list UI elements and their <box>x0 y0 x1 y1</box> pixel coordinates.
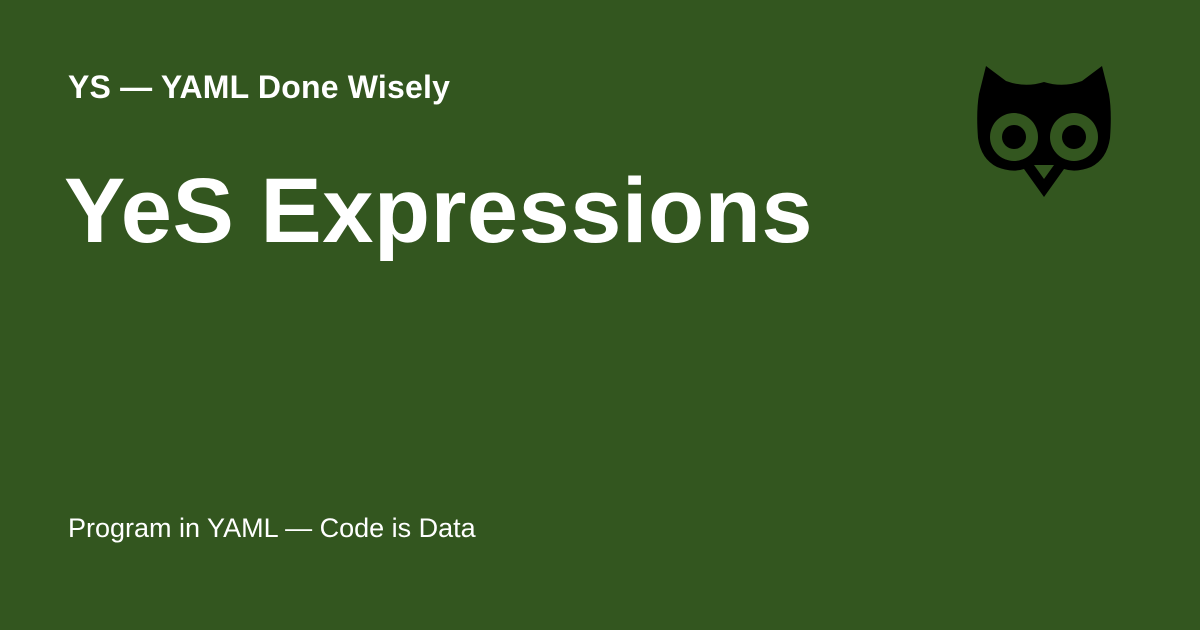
owl-icon <box>977 66 1111 197</box>
tagline: Program in YAML — Code is Data <box>68 513 476 543</box>
social-card: YS — YAML Done Wisely YeS Expressions Pr… <box>0 0 1200 630</box>
site-name: YS — YAML Done Wisely <box>68 69 451 105</box>
page-title: YeS Expressions <box>64 160 814 262</box>
